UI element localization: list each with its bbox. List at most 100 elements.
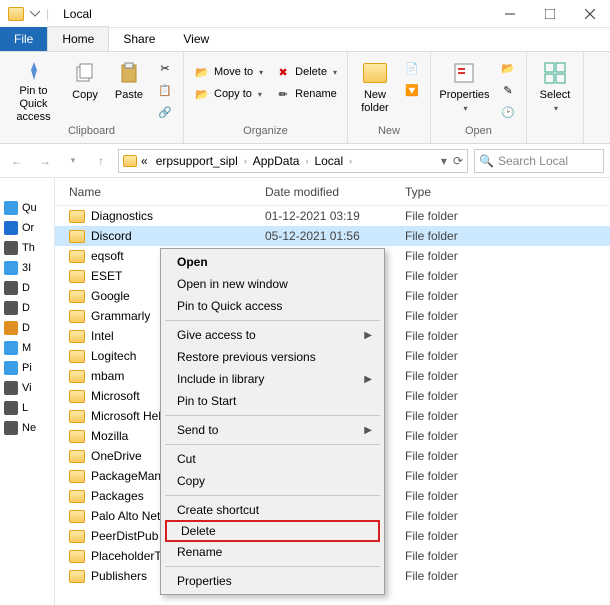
navbar: ← → ▾ ↑ « erpsupport_sipl› AppData› Loca… [0, 144, 610, 178]
paste-button[interactable]: Paste [109, 56, 149, 122]
close-button[interactable] [570, 0, 610, 28]
paste-shortcut-button[interactable]: 🔗 [153, 102, 177, 122]
file-row[interactable]: Discord05-12-2021 01:56File folder [55, 226, 610, 246]
ctx-create-shortcut[interactable]: Create shortcut [163, 499, 382, 521]
ctx-pin-start[interactable]: Pin to Start [163, 390, 382, 412]
paste-icon [115, 60, 143, 86]
col-name[interactable]: Name [55, 185, 265, 199]
folder-icon [69, 530, 85, 543]
file-name: Discord [91, 229, 132, 243]
sidebar-item[interactable]: Qu [0, 198, 54, 218]
folder-icon [69, 270, 85, 283]
new-folder-button[interactable]: New folder [354, 56, 396, 122]
tab-home[interactable]: Home [47, 26, 109, 51]
recent-button[interactable]: ▾ [62, 150, 84, 172]
properties-button[interactable]: Properties▾ [437, 56, 492, 122]
crumb-appdata[interactable]: AppData [249, 154, 304, 168]
address-bar[interactable]: « erpsupport_sipl› AppData› Local› ▾ ⟳ [118, 149, 468, 173]
ctx-send-to[interactable]: Send to▶ [163, 419, 382, 441]
ctx-include-library[interactable]: Include in library▶ [163, 368, 382, 390]
tab-share[interactable]: Share [109, 27, 169, 51]
ctx-rename[interactable]: Rename [163, 541, 382, 563]
maximize-button[interactable] [530, 0, 570, 28]
file-type: File folder [405, 249, 610, 263]
sidebar-icon [4, 301, 18, 315]
new-item-button[interactable]: 📄 [400, 58, 424, 78]
sidebar-item[interactable]: L [0, 398, 54, 418]
copy-button[interactable]: Copy [65, 56, 105, 122]
sidebar-label: Or [22, 222, 34, 234]
crumb-overflow[interactable]: « [137, 154, 152, 168]
folder-icon [69, 290, 85, 303]
file-date: 01-12-2021 03:19 [265, 209, 405, 223]
folder-icon [69, 390, 85, 403]
cut-button[interactable]: ✂ [153, 58, 177, 78]
history-icon: 🕑 [500, 104, 516, 120]
file-type: File folder [405, 349, 610, 363]
tab-view[interactable]: View [169, 27, 223, 51]
delete-button[interactable]: ✖Delete▾ [271, 62, 341, 82]
open-button[interactable]: 📂 [496, 58, 520, 78]
sidebar-item[interactable]: M [0, 338, 54, 358]
sidebar-item[interactable]: Pi [0, 358, 54, 378]
ctx-separator [165, 566, 380, 567]
sidebar-icon [4, 241, 18, 255]
select-button[interactable]: Select▾ [533, 56, 577, 122]
select-icon [541, 60, 569, 86]
ctx-delete[interactable]: Delete [165, 520, 380, 542]
ctx-give-access[interactable]: Give access to▶ [163, 324, 382, 346]
sidebar-item[interactable]: Ne [0, 418, 54, 438]
sidebar-label: 3I [22, 262, 31, 274]
sidebar-icon [4, 341, 18, 355]
back-button[interactable]: ← [6, 150, 28, 172]
sidebar-icon [4, 381, 18, 395]
ctx-cut[interactable]: Cut [163, 448, 382, 470]
copy-to-button[interactable]: 📂Copy to▾ [190, 84, 267, 104]
file-type: File folder [405, 409, 610, 423]
ctx-pin-quick[interactable]: Pin to Quick access [163, 295, 382, 317]
sidebar-icon [4, 221, 18, 235]
ctx-open-new-window[interactable]: Open in new window [163, 273, 382, 295]
col-type[interactable]: Type [405, 185, 610, 199]
addr-dropdown-icon[interactable]: ▾ [441, 154, 447, 168]
ctx-separator [165, 444, 380, 445]
sidebar-item[interactable]: Th [0, 238, 54, 258]
search-box[interactable]: 🔍 Search Local [474, 149, 604, 173]
sidebar-item[interactable]: 3I [0, 258, 54, 278]
sidebar-item[interactable]: Vi [0, 378, 54, 398]
edit-button[interactable]: ✎ [496, 80, 520, 100]
history-button[interactable]: 🕑 [496, 102, 520, 122]
sidebar-item[interactable]: Or [0, 218, 54, 238]
file-name: Publishers [91, 569, 147, 583]
dropdown-icon[interactable] [30, 9, 40, 19]
ctx-separator [165, 320, 380, 321]
sidebar-item[interactable]: D [0, 318, 54, 338]
crumb-user[interactable]: erpsupport_sipl [152, 154, 242, 168]
file-date: 05-12-2021 01:56 [265, 229, 405, 243]
forward-button[interactable]: → [34, 150, 56, 172]
col-date[interactable]: Date modified [265, 185, 405, 199]
minimize-button[interactable] [490, 0, 530, 28]
ctx-restore-versions[interactable]: Restore previous versions [163, 346, 382, 368]
ctx-separator [165, 415, 380, 416]
copy-path-button[interactable]: 📋 [153, 80, 177, 100]
sidebar-label: D [22, 302, 30, 314]
up-button[interactable]: ↑ [90, 150, 112, 172]
ctx-open[interactable]: Open [163, 251, 382, 273]
file-row[interactable]: Diagnostics01-12-2021 03:19File folder [55, 206, 610, 226]
rename-button[interactable]: ✏Rename [271, 84, 341, 104]
file-type: File folder [405, 309, 610, 323]
file-type: File folder [405, 389, 610, 403]
sidebar-item[interactable]: D [0, 278, 54, 298]
easyaccess-icon: 🔽 [404, 82, 420, 98]
ctx-copy[interactable]: Copy [163, 470, 382, 492]
tab-file[interactable]: File [0, 27, 47, 51]
move-to-button[interactable]: 📂Move to▾ [190, 62, 267, 82]
easy-access-button[interactable]: 🔽 [400, 80, 424, 100]
refresh-icon[interactable]: ⟳ [453, 154, 463, 168]
crumb-local[interactable]: Local [310, 154, 347, 168]
pin-quick-button[interactable]: Pin to Quick access [6, 56, 61, 122]
ctx-properties[interactable]: Properties [163, 570, 382, 592]
sidebar-item[interactable]: D [0, 298, 54, 318]
folder-icon [69, 230, 85, 243]
